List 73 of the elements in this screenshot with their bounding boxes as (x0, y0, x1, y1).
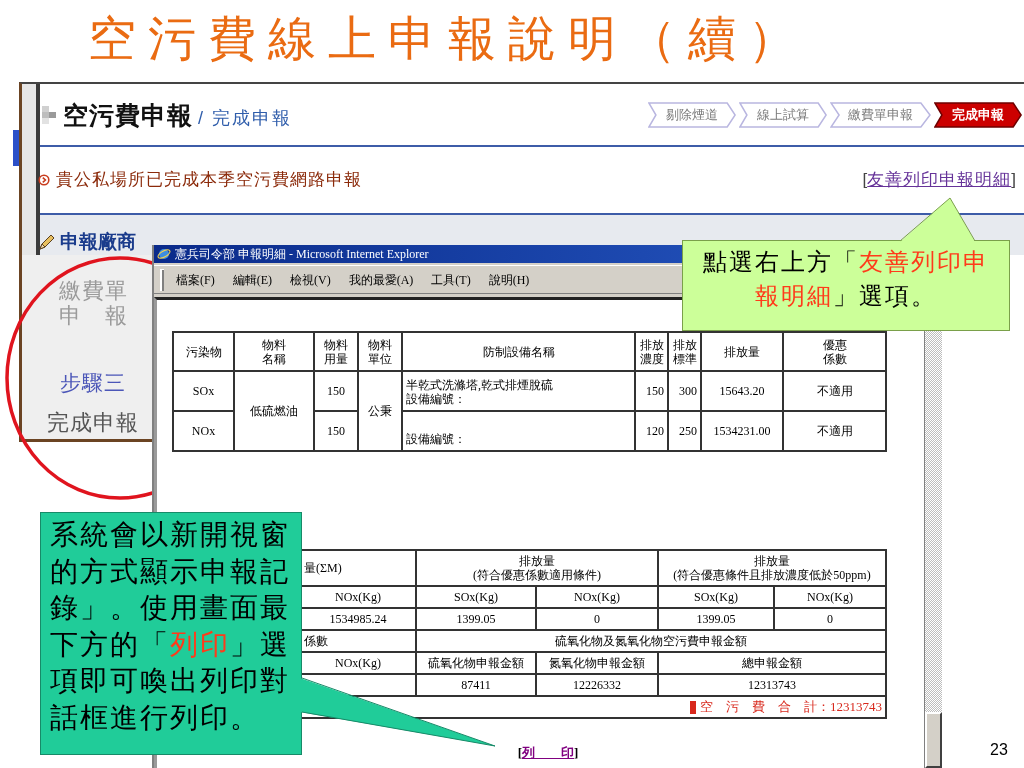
table-cell: NOx(Kg) (774, 586, 886, 608)
breadcrumb-step[interactable]: 完成申報 (934, 101, 1022, 128)
menu-item[interactable]: 說明(H) (488, 271, 530, 288)
table-cell: 250 (668, 411, 701, 451)
callout-text: 點選右上方「友善列印申報明細」選項。 (702, 247, 990, 311)
table-cell: 不適用 (783, 371, 886, 411)
table-cell: 12226332 (536, 674, 658, 696)
section-label: 申報廠商 (60, 230, 136, 254)
breadcrumb-step[interactable]: 剔除煙道 (648, 101, 736, 128)
callout-text: 系統會以新開視窗的方式顯示申報記錄」。使用畫面最下方的「列印」選項即可喚出列印對話框進行列印。 (50, 518, 291, 735)
sidebar-label: 繳費單 (58, 278, 128, 303)
breadcrumb-step[interactable]: 線上試算 (739, 101, 827, 128)
header-cell: 物料 用量 (314, 332, 358, 371)
table-cell: 150 (314, 371, 358, 411)
table-cell: 120 (635, 411, 668, 451)
accent-bar (13, 130, 19, 166)
browser-icon (157, 247, 171, 261)
table-cell: 1399.05 (416, 608, 536, 630)
slide-title: 空污費線上申報說明（續） (88, 11, 808, 67)
table-cell: SOx(Kg) (416, 586, 536, 608)
page-title: 空污費申報 (63, 99, 193, 130)
table-cell: 總申報金額 (658, 652, 886, 674)
notice-icon (38, 174, 50, 186)
window-title: 憲兵司令部 申報明細 - Microsoft Internet Explorer (175, 246, 429, 262)
table-cell: 0 (536, 608, 658, 630)
header-cell: 排放 標準 (668, 332, 701, 371)
table-cell: 排放量 (符合優惠係數適用條件) (416, 550, 658, 586)
pencil-icon (37, 232, 57, 252)
table-cell: SOx(Kg) (658, 586, 774, 608)
table-cell: 150 (635, 371, 668, 411)
print-button[interactable]: [列 印] (517, 745, 579, 761)
header-cell: 物料 單位 (358, 332, 402, 371)
menu-item[interactable]: 檢視(V) (290, 271, 331, 288)
table-cell: 12313743 (658, 674, 886, 696)
table-cell: 0 (774, 608, 886, 630)
menu-item[interactable]: 編輯(E) (232, 271, 272, 288)
menu-item[interactable]: 工具(T) (431, 271, 471, 288)
menu-item[interactable]: 檔案(F) (176, 271, 215, 288)
sidebar-label: 申 報 (58, 303, 128, 328)
table-cell: SOx (173, 371, 234, 411)
header-cell: 污染物 (173, 332, 234, 371)
page-number: 23 (990, 740, 1008, 760)
table-cell: 氮氧化物申報金額 (536, 652, 658, 674)
table-cell: 87411 (416, 674, 536, 696)
marker-icon (690, 700, 696, 714)
print-link[interactable]: [友善列印申報明細] (862, 169, 1016, 191)
header-cell: 物料 名稱 (234, 332, 314, 371)
notice-text: 貴公私場所已完成本季空污費網路申報 (56, 169, 362, 191)
step-label: 步驟三 (60, 370, 126, 395)
table-cell: 半乾式洗滌塔,乾式排煙脫硫 設備編號： (402, 371, 635, 411)
table-cell: 15643.20 (701, 371, 783, 411)
table-cell: 不適用 (783, 411, 886, 451)
table-cell: 300 (668, 371, 701, 411)
grip-icon (160, 268, 164, 291)
header-cell: 防制設備名稱 (402, 332, 635, 371)
table-cell: 1399.05 (658, 608, 774, 630)
sidebar-label: 完成申報 (47, 410, 139, 435)
scrollbar-thumb[interactable] (925, 712, 942, 768)
table-cell: 公秉 (358, 371, 402, 451)
table-cell: 硫氧化物申報金額 (416, 652, 536, 674)
page-subtitle: / 完成申報 (198, 106, 292, 130)
table-cell: NOx (173, 411, 234, 451)
total-amount: 空 污 費 合 計：12313743 (700, 700, 882, 714)
bullet-icon (42, 105, 56, 124)
table-cell: 設備編號： (402, 411, 635, 451)
header-cell: 排放 濃度 (635, 332, 668, 371)
table-cell: 低硫燃油 (234, 371, 314, 451)
menu-item[interactable]: 我的最愛(A) (348, 271, 414, 288)
table-cell: NOx(Kg) (536, 586, 658, 608)
table-cell: 1534231.00 (701, 411, 783, 451)
breadcrumb-step[interactable]: 繳費單申報 (830, 101, 931, 128)
table-cell: 排放量 (符合優惠條件且排放濃度低於50ppm) (658, 550, 886, 586)
table-cell: 硫氧化物及氮氧化物空污費申報金額 (416, 630, 886, 652)
